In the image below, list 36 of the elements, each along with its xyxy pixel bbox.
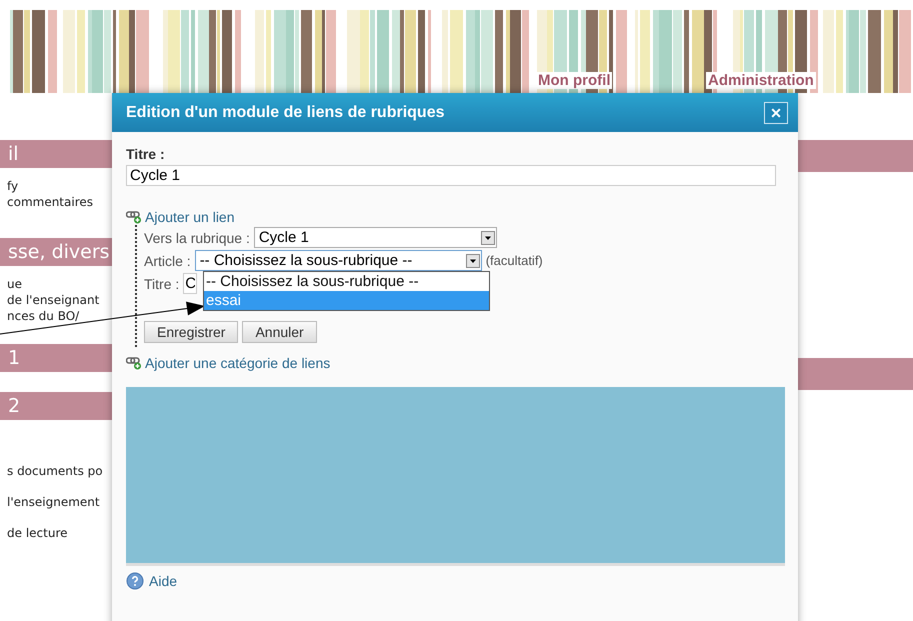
- add-link-link[interactable]: Ajouter un lien: [145, 209, 235, 225]
- form-button[interactable]: Annuler: [242, 321, 317, 343]
- section-heading: 1: [0, 344, 112, 372]
- sidebar-link[interactable]: nces du BO/: [0, 308, 112, 324]
- nav-link[interactable]: Administration: [706, 72, 816, 89]
- sidebar-link[interactable]: de l'enseignant: [0, 292, 112, 308]
- optional-note: (facultatif): [486, 253, 543, 268]
- section-heading: il: [0, 140, 112, 168]
- dialog-title: Edition d'un module de liens de rubriques: [126, 104, 444, 122]
- help-link[interactable]: Aide: [149, 573, 178, 589]
- field-label: Vers la rubrique :: [144, 230, 250, 246]
- sidebar-link[interactable]: s documents po: [0, 456, 112, 487]
- field-label: Article :: [144, 252, 191, 268]
- title-field[interactable]: Cycle 1: [126, 165, 776, 186]
- dropdown-option[interactable]: -- Choisissez la sous-rubrique --: [204, 272, 489, 291]
- sidebar-link[interactable]: l'enseignement: [0, 487, 112, 518]
- link-title-field[interactable]: C: [183, 273, 198, 294]
- section-heading: sse, divers: [0, 238, 112, 266]
- form-button[interactable]: Enregistrer: [144, 321, 238, 343]
- section-heading: 2: [0, 392, 112, 420]
- add-category-link[interactable]: Ajouter une catégorie de liens: [145, 355, 330, 371]
- sidebar-link[interactable]: commentaires: [0, 194, 112, 210]
- close-button[interactable]: ×: [764, 102, 788, 124]
- article-select[interactable]: -- Choisissez la sous-rubrique --: [194, 250, 482, 271]
- field-label: Titre :: [126, 146, 166, 162]
- chain-link-icon: [126, 210, 142, 224]
- chain-link-icon: [126, 356, 142, 370]
- sidebar-link[interactable]: ue: [0, 276, 112, 292]
- caret-icon: [466, 254, 480, 268]
- field-label: Titre :: [144, 276, 180, 292]
- rubrique-select[interactable]: Cycle 1: [254, 227, 497, 248]
- sidebar-link[interactable]: fy: [0, 178, 112, 194]
- help-icon[interactable]: [126, 572, 144, 590]
- sidebar-link[interactable]: de lecture: [0, 518, 112, 549]
- caret-icon: [480, 230, 495, 244]
- nav-link[interactable]: Mon profil: [536, 72, 612, 89]
